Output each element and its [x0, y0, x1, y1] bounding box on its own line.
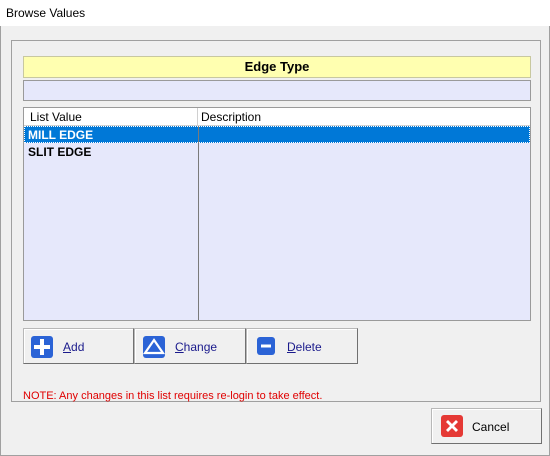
- minus-icon: [257, 337, 275, 355]
- list-title: Edge Type: [23, 56, 531, 78]
- delete-button-label: Delete: [287, 340, 322, 354]
- list-row[interactable]: MILL EDGE: [24, 126, 530, 143]
- delete-button[interactable]: Delete: [246, 328, 358, 364]
- list-value-cell: MILL EDGE: [28, 128, 94, 142]
- values-group: Edge Type List Value Description MILL ED…: [11, 40, 541, 402]
- browse-values-dialog: Edge Type List Value Description MILL ED…: [0, 26, 550, 456]
- column-divider: [198, 126, 199, 320]
- filter-input[interactable]: [23, 80, 531, 101]
- column-header-list-value[interactable]: List Value: [24, 108, 198, 126]
- add-button-label: Add: [63, 340, 85, 354]
- cancel-button-label: Cancel: [472, 420, 510, 434]
- cancel-button[interactable]: Cancel: [431, 408, 542, 444]
- list-row[interactable]: SLIT EDGE: [24, 144, 530, 161]
- change-button-label: Change: [175, 340, 218, 354]
- close-x-icon: [441, 415, 463, 437]
- values-list[interactable]: List Value Description MILL EDGE SLIT ED…: [23, 107, 531, 321]
- add-button[interactable]: Add: [23, 328, 134, 364]
- column-header-description[interactable]: Description: [198, 108, 530, 126]
- list-header: List Value Description: [24, 108, 530, 126]
- title-bar: Browse Values: [0, 0, 550, 26]
- list-value-cell: SLIT EDGE: [28, 145, 92, 159]
- plus-icon: [31, 336, 53, 358]
- change-button[interactable]: Change: [134, 328, 246, 364]
- window-title: Browse Values: [6, 6, 86, 20]
- triangle-up-icon: [142, 336, 166, 358]
- relogin-note: NOTE: Any changes in this list requires …: [23, 390, 323, 402]
